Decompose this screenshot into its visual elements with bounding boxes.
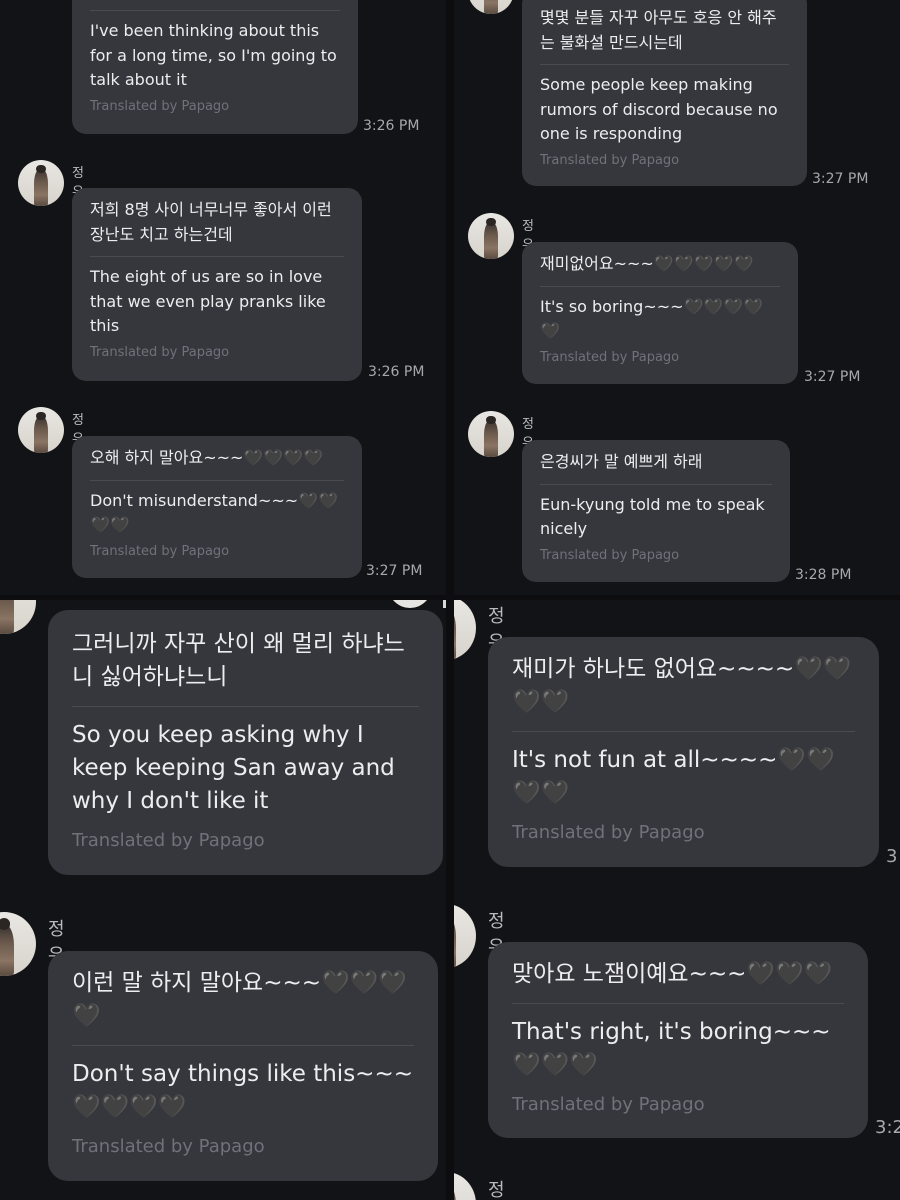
message-time: 3:26 PM	[368, 364, 425, 380]
avatar[interactable]	[454, 904, 476, 968]
translation-divider	[72, 1045, 414, 1046]
message-bubble[interactable]: 몇몇 분들 자꾸 아무도 호응 안 해주는 불화설 만드시는데 Some peo…	[522, 0, 807, 186]
avatar[interactable]	[0, 600, 36, 634]
translator-note: Translated by Papago	[90, 98, 230, 114]
message-bubble[interactable]: 오해 하지 말아요~~~🖤🖤🖤🖤 Don't misunderstand~~~🖤…	[72, 436, 362, 578]
message-bubble[interactable]: 그러니까 자꾸 산이 왜 멀리 하냐느니 싫어하냐느니 So you keep …	[48, 610, 443, 875]
avatar[interactable]	[18, 160, 64, 206]
original-text: 재미없어요~~~🖤🖤🖤🖤🖤	[540, 254, 754, 273]
message-bubble[interactable]: 재미없어요~~~🖤🖤🖤🖤🖤 It's so boring~~~🖤🖤🖤🖤🖤 Tra…	[522, 242, 798, 384]
message-bubble[interactable]: 저희 8명 사이 너무너무 좋아서 이런 장난도 치고 하는건데 The eig…	[72, 188, 362, 381]
chat-panel-top-left: I've been thinking about this for a long…	[0, 0, 446, 595]
translated-text: It's not fun at all~~~~🖤🖤🖤🖤	[512, 747, 835, 806]
message-bubble[interactable]: 은경씨가 말 예쁘게 하래 Eun-kyung told me to speak…	[522, 440, 790, 582]
original-text: 맞아요 노잼이예요~~~🖤🖤🖤	[512, 961, 833, 987]
avatar[interactable]	[468, 411, 514, 457]
translation-divider	[90, 10, 340, 11]
original-text: 저희 8명 사이 너무너무 좋아서 이런 장난도 치고 하는건데	[90, 200, 332, 244]
translated-text: The eight of us are so in love that we e…	[90, 267, 326, 335]
translation-divider	[72, 706, 419, 707]
translator-note: Translated by Papago	[90, 543, 230, 559]
avatar[interactable]	[454, 1172, 476, 1200]
translator-note: Translated by Papago	[540, 152, 680, 168]
avatar[interactable]	[0, 912, 36, 976]
message-time: 3:28 PM	[795, 567, 852, 583]
translator-note: Translated by Papago	[72, 830, 265, 851]
translator-note: Translated by Papago	[540, 547, 680, 563]
translator-note: Translated by Papago	[90, 344, 230, 360]
message-time: 3	[886, 846, 898, 867]
message-time: 3:27 PM	[366, 563, 423, 579]
translated-text: Eun-kyung told me to speak nicely	[540, 494, 765, 539]
original-text: 은경씨가 말 예쁘게 하래	[540, 452, 703, 471]
translated-text: I've been thinking about this for a long…	[90, 21, 337, 89]
original-text: 몇몇 분들 자꾸 아무도 호응 안 해주는 불화설 만드시는데	[540, 8, 777, 52]
original-text: 재미가 하나도 없어요~~~~🖤🖤🖤🖤	[512, 656, 852, 715]
message-time: 3:27 PM	[812, 171, 869, 187]
avatar[interactable]	[454, 600, 476, 660]
sender-name: 정우영	[488, 1180, 505, 1200]
panel-divider-vertical	[446, 0, 454, 1200]
message-bubble[interactable]: 재미가 하나도 없어요~~~~🖤🖤🖤🖤 It's not fun at all~…	[488, 637, 879, 867]
chat-panel-top-right: 몇몇 분들 자꾸 아무도 호응 안 해주는 불화설 만드시는데 Some peo…	[454, 0, 900, 595]
translation-divider	[90, 256, 344, 257]
avatar[interactable]	[468, 213, 514, 259]
scroll-button[interactable]	[388, 600, 432, 608]
scrollbar-thumb[interactable]	[443, 600, 446, 608]
message-time: 3:26 PM	[363, 118, 420, 134]
translation-divider	[90, 479, 344, 481]
chat-panel-bottom-left: 그러니까 자꾸 산이 왜 멀리 하냐느니 싫어하냐느니 So you keep …	[0, 600, 446, 1200]
message-time: 3:2	[875, 1117, 900, 1138]
translation-divider	[540, 64, 789, 65]
translated-text: Some people keep making rumors of discor…	[540, 75, 778, 143]
translator-note: Translated by Papago	[72, 1136, 265, 1157]
translator-note: Translated by Papago	[540, 349, 680, 365]
translation-divider	[512, 1003, 844, 1004]
translated-text: Don't say things like this~~~🖤🖤🖤🖤	[72, 1061, 413, 1120]
avatar[interactable]	[468, 0, 514, 14]
message-bubble[interactable]: I've been thinking about this for a long…	[72, 0, 358, 134]
original-text: 그러니까 자꾸 산이 왜 멀리 하냐느니 싫어하냐느니	[72, 631, 405, 690]
translator-note: Translated by Papago	[512, 1094, 705, 1115]
translation-divider	[540, 483, 772, 485]
message-bubble[interactable]: 이런 말 하지 말아요~~~🖤🖤🖤🖤 Don't say things like…	[48, 951, 438, 1181]
original-text: 오해 하지 말아요~~~🖤🖤🖤🖤	[90, 448, 324, 467]
chat-panel-bottom-right: 정우영 재미가 하나도 없어요~~~~🖤🖤🖤🖤 It's not fun at …	[454, 600, 900, 1200]
translation-divider	[540, 285, 780, 287]
avatar[interactable]	[18, 407, 64, 453]
translation-divider	[512, 731, 855, 732]
message-time: 3:27 PM	[804, 369, 861, 385]
translated-text: So you keep asking why I keep keeping Sa…	[72, 722, 395, 814]
translator-note: Translated by Papago	[512, 822, 705, 843]
translated-text: That's right, it's boring~~~🖤🖤🖤	[512, 1019, 831, 1078]
original-text: 이런 말 하지 말아요~~~🖤🖤🖤🖤	[72, 970, 407, 1029]
translated-text: It's so boring~~~🖤🖤🖤🖤🖤	[540, 296, 764, 341]
message-bubble[interactable]: 맞아요 노잼이예요~~~🖤🖤🖤 That's right, it's borin…	[488, 942, 868, 1138]
translated-text: Don't misunderstand~~~🖤🖤🖤🖤	[90, 490, 339, 535]
